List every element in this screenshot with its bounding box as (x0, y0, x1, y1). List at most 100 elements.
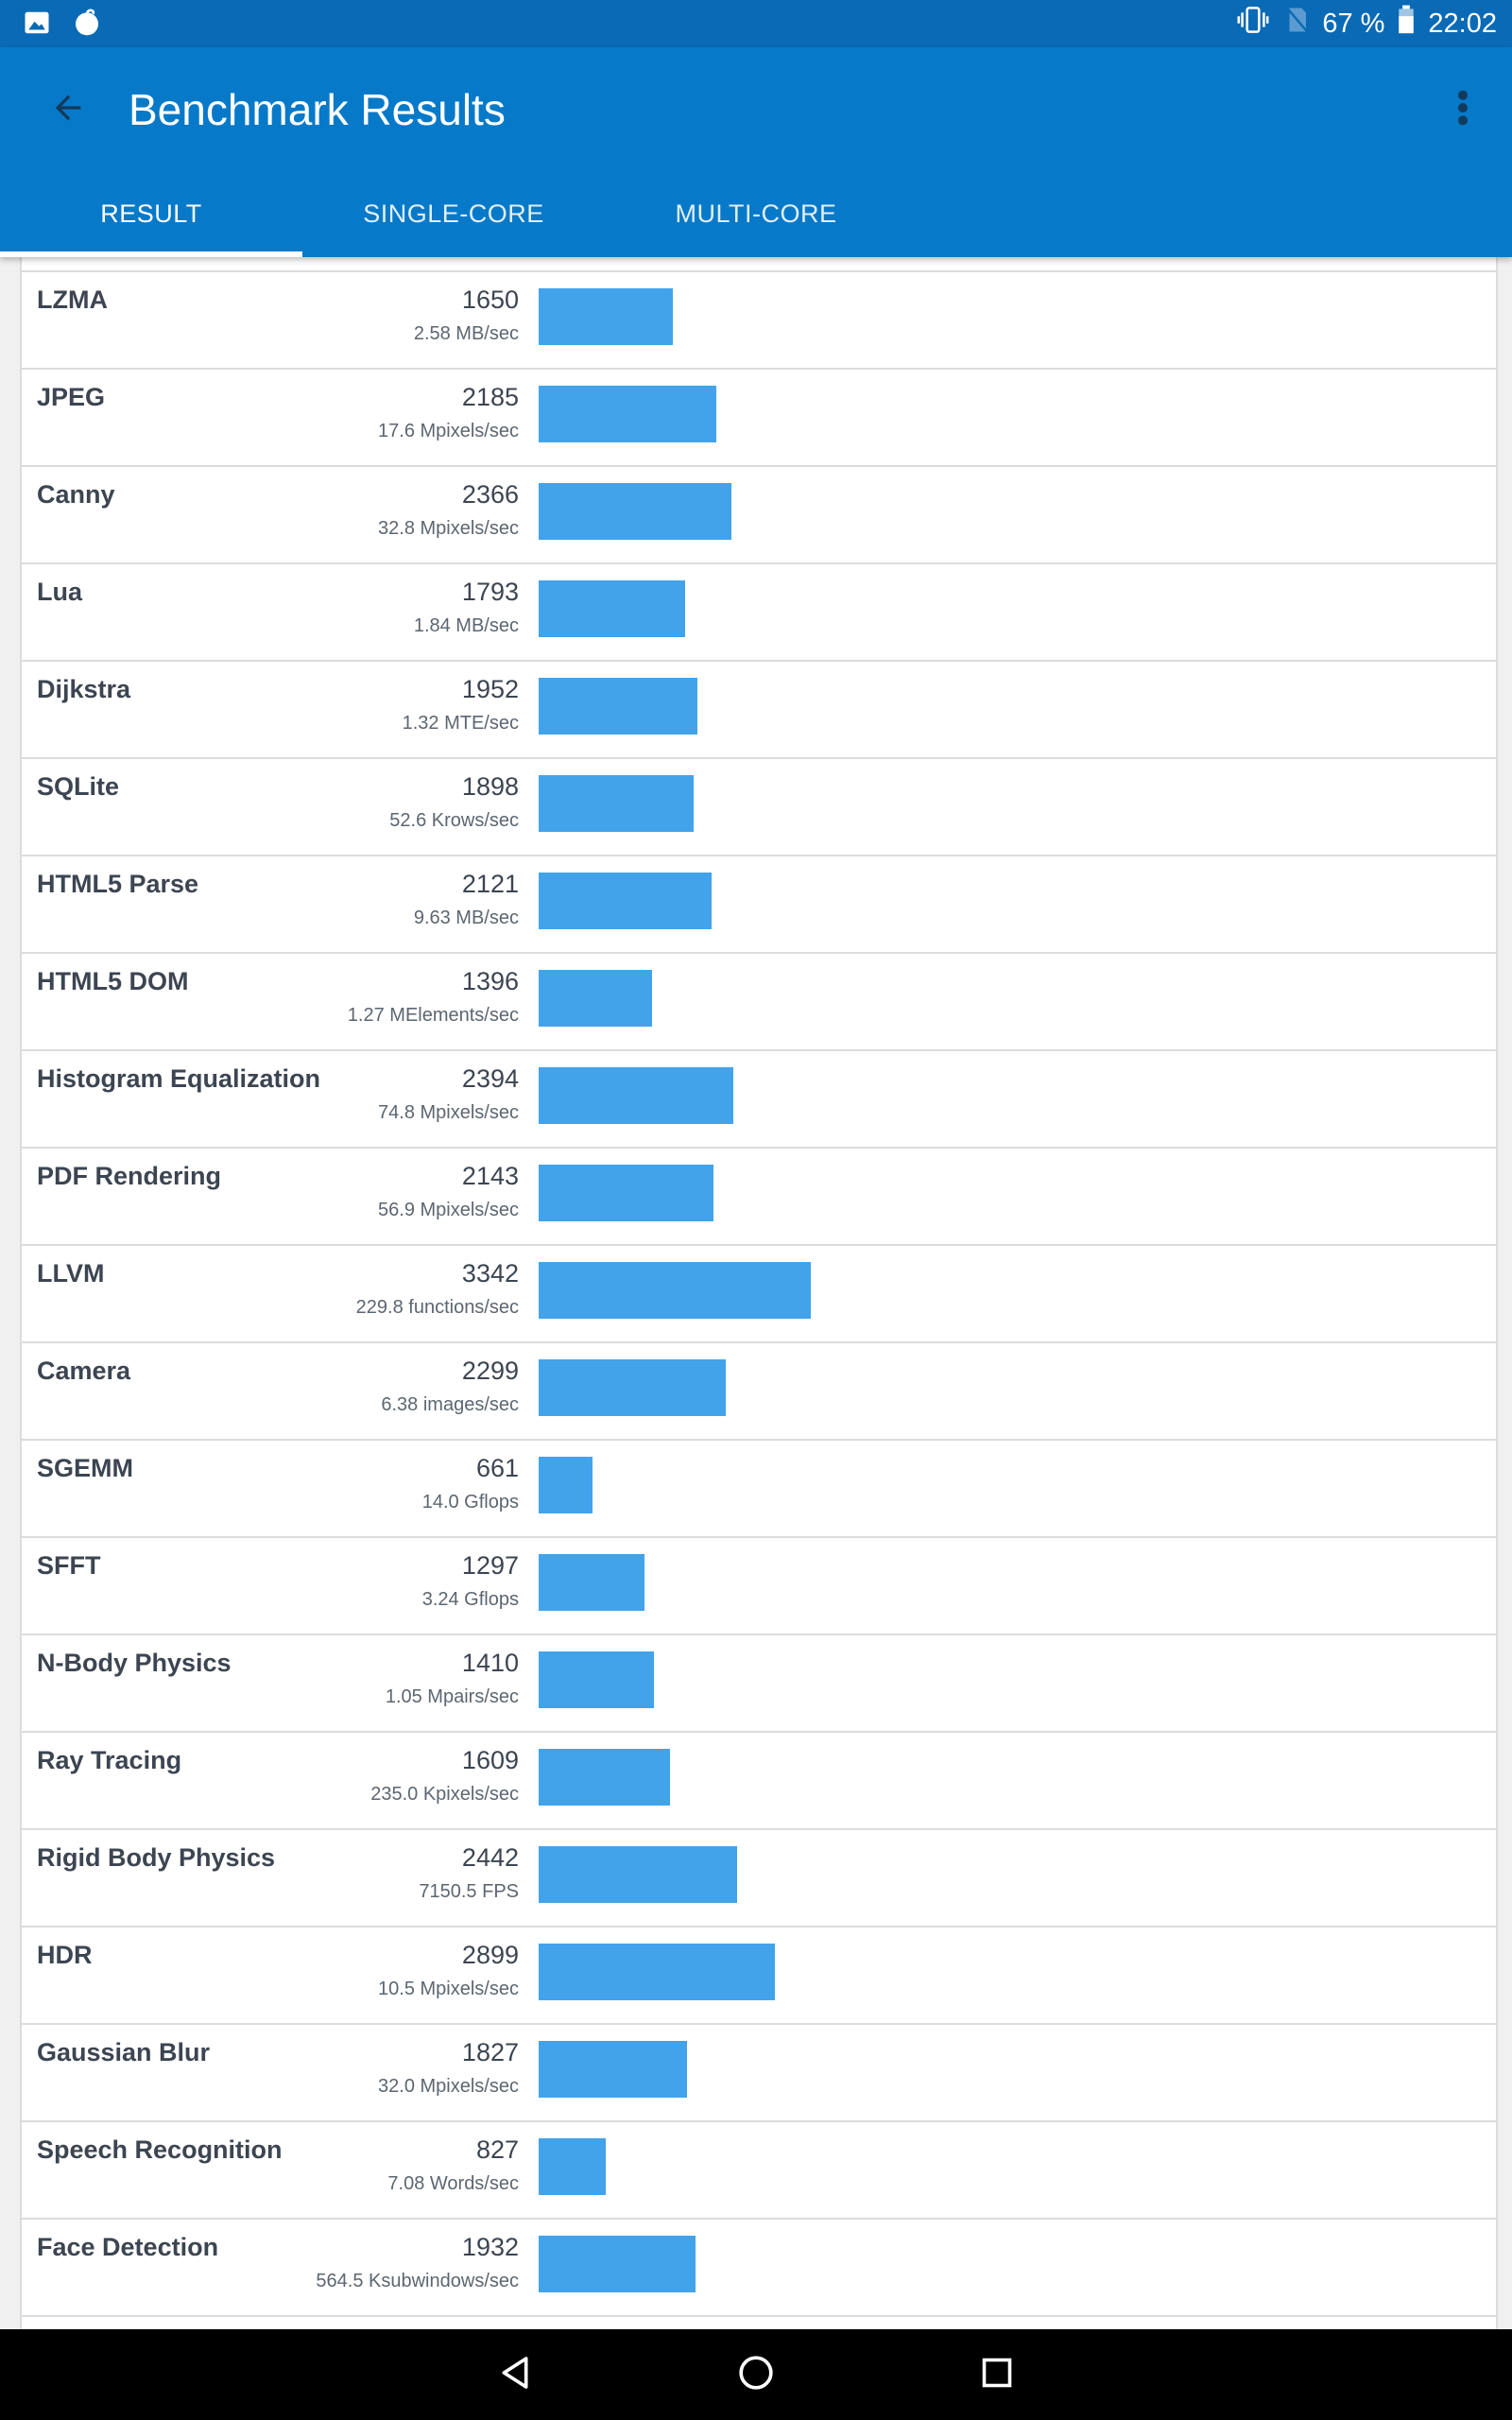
result-score: 1410 (461, 1649, 519, 1677)
result-score: 661 (475, 1454, 519, 1482)
result-row[interactable]: Speech Recognition 827 7.08 Words/sec (22, 2120, 1496, 2218)
result-score: 1396 (461, 967, 519, 995)
no-sim-icon (1284, 6, 1309, 42)
result-rate: 7.08 Words/sec (387, 2173, 519, 2194)
result-row[interactable]: LZMA 1650 2.58 MB/sec (22, 270, 1496, 368)
result-row[interactable]: Canny 2366 32.8 Mpixels/sec (22, 465, 1496, 562)
result-row[interactable]: Histogram Equalization 2394 74.8 Mpixels/s… (22, 1049, 1496, 1147)
result-row[interactable]: Ray Tracing 1609 235.0 Kpixels/sec (22, 1731, 1496, 1828)
result-row[interactable]: HDR 2899 10.5 Mpixels/sec (22, 1926, 1496, 2023)
result-name: HTML5 DOM (37, 967, 189, 995)
result-row[interactable]: Rigid Body Physics 2442 7150.5 FPS (22, 1828, 1496, 1926)
result-score: 2899 (461, 1941, 519, 1969)
result-row[interactable]: HTML5 Parse 2121 9.63 MB/sec (22, 855, 1496, 952)
result-rate: 32.0 Mpixels/sec (378, 2076, 519, 2097)
gallery-notification-icon (23, 9, 51, 42)
result-score: 1952 (461, 675, 519, 703)
result-name: N-Body Physics (37, 1649, 232, 1677)
result-row[interactable]: Lua 1793 1.84 MB/sec (22, 562, 1496, 660)
nav-back-button[interactable] (487, 2346, 543, 2403)
result-row[interactable]: Gaussian Blur 1827 32.0 Mpixels/sec (22, 2023, 1496, 2120)
result-name: LZMA (37, 285, 108, 314)
result-row[interactable]: Memory Copy1454 (22, 2315, 1496, 2329)
result-row[interactable]: PDF Rendering 2143 56.9 Mpixels/sec (22, 1147, 1496, 1244)
result-score: 1932 (461, 2233, 519, 2261)
score-bar (539, 2138, 606, 2195)
result-row[interactable]: SFFT 1297 3.24 Gflops (22, 1536, 1496, 1634)
result-rate: 6.38 images/sec (381, 1394, 519, 1415)
result-rate: 564.5 Ksubwindows/sec (316, 2271, 519, 2291)
result-row[interactable]: SQLite 1898 52.6 Krows/sec (22, 757, 1496, 855)
result-name: Camera (37, 1357, 131, 1385)
tab-indicator (0, 251, 302, 257)
more-vert-icon (1457, 89, 1469, 131)
result-rate: 17.6 Mpixels/sec (378, 421, 519, 441)
result-name: Dijkstra (37, 675, 131, 703)
result-row[interactable]: N-Body Physics 1410 1.05 Mpairs/sec (22, 1634, 1496, 1731)
result-score: 2143 (461, 1162, 519, 1190)
result-rate: 235.0 Kpixels/sec (370, 1784, 519, 1805)
result-rate: 32.8 Mpixels/sec (378, 518, 519, 539)
result-row[interactable]: Dijkstra 1952 1.32 MTE/sec (22, 660, 1496, 757)
nav-home-button[interactable] (728, 2346, 784, 2403)
battery-percent: 67 % (1322, 8, 1385, 39)
back-button[interactable] (38, 79, 98, 140)
result-row[interactable]: LLVM 3342 229.8 functions/sec (22, 1244, 1496, 1341)
score-bar (539, 580, 685, 637)
result-rate: 56.9 Mpixels/sec (378, 1200, 519, 1220)
more-options-button[interactable] (1433, 79, 1493, 140)
score-bar (539, 2236, 696, 2292)
score-bar (539, 1846, 737, 1903)
tab-single-core-label: SINGLE-CORE (363, 199, 544, 228)
result-row[interactable]: Face Detection 1932 564.5 Ksubwindows/sec (22, 2218, 1496, 2315)
nav-back-icon (496, 2354, 534, 2396)
status-bar: 67 % 22:02 (0, 0, 1512, 47)
score-bar (539, 970, 652, 1027)
result-name: Canny (37, 480, 115, 509)
results-list-content: LZMA 1650 2.58 MB/sec JPEG 2185 17.6 Mpixels/… (22, 270, 1496, 2329)
result-name: Ray Tracing (37, 1746, 182, 1774)
tab-result[interactable]: RESULT (0, 170, 302, 257)
result-rate: 10.5 Mpixels/sec (378, 1979, 519, 1999)
result-rate: 3.24 Gflops (421, 1589, 519, 1610)
tab-single-core[interactable]: SINGLE-CORE (302, 170, 605, 257)
score-bar (539, 775, 694, 832)
result-score: 2299 (461, 1357, 519, 1385)
result-rate: 7150.5 FPS (419, 1881, 519, 1902)
score-bar (539, 1067, 733, 1124)
result-name: SFFT (37, 1551, 101, 1580)
clock: 22:02 (1428, 8, 1497, 39)
result-row[interactable]: HTML5 DOM 1396 1.27 MElements/sec (22, 952, 1496, 1049)
result-score: 3342 (461, 1259, 519, 1288)
nav-home-icon (737, 2354, 775, 2396)
result-row[interactable]: Camera 2299 6.38 images/sec (22, 1341, 1496, 1439)
result-row[interactable]: SGEMM 661 14.0 Gflops (22, 1439, 1496, 1536)
score-bar (539, 288, 673, 345)
result-rate: 9.63 MB/sec (413, 908, 519, 928)
result-score: 2442 (461, 1843, 519, 1872)
result-name: Gaussian Blur (37, 2038, 211, 2066)
result-rate: 1.05 Mpairs/sec (385, 1686, 519, 1707)
result-rate: 1.27 MElements/sec (347, 1005, 519, 1026)
app-notification-icon (72, 8, 102, 43)
score-bar (539, 386, 716, 442)
result-rate: 1.32 MTE/sec (402, 713, 519, 734)
result-rate: 74.8 Mpixels/sec (378, 1102, 519, 1123)
result-score: 2366 (461, 480, 519, 509)
result-name: SGEMM (37, 1454, 134, 1482)
score-bar (539, 678, 697, 735)
result-name: HTML5 Parse (37, 870, 199, 898)
nav-recents-button[interactable] (969, 2346, 1025, 2403)
result-row[interactable]: JPEG 2185 17.6 Mpixels/sec (22, 368, 1496, 465)
result-name: PDF Rendering (37, 1162, 222, 1190)
tab-multi-core[interactable]: MULTI-CORE (605, 170, 907, 257)
score-bar (539, 1262, 811, 1319)
arrow-left-icon (49, 89, 87, 131)
score-bar (539, 1165, 713, 1221)
score-bar (539, 2041, 687, 2098)
results-list[interactable]: LZMA 1650 2.58 MB/sec JPEG 2185 17.6 Mpixels/… (20, 257, 1498, 2329)
result-rate: 1.84 MB/sec (413, 615, 519, 636)
score-bar (539, 873, 712, 929)
result-score: 1609 (461, 1746, 519, 1774)
result-name: SQLite (37, 772, 120, 801)
